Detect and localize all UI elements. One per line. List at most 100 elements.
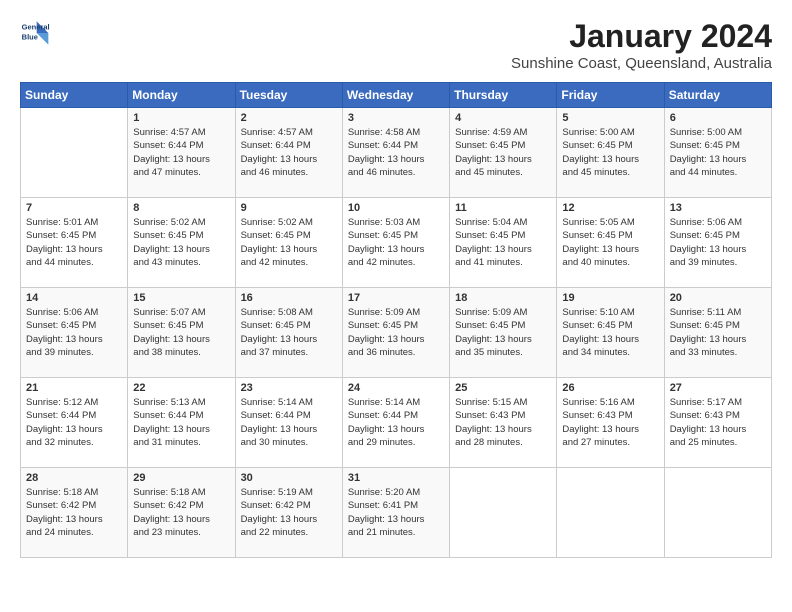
- day-number: 27: [670, 382, 766, 394]
- day-info: Sunrise: 5:12 AM Sunset: 6:44 PM Dayligh…: [26, 396, 122, 449]
- day-number: 23: [241, 382, 337, 394]
- day-info: Sunrise: 5:00 AM Sunset: 6:45 PM Dayligh…: [562, 126, 658, 179]
- day-number: 18: [455, 292, 551, 304]
- calendar-cell: 13 Sunrise: 5:06 AM Sunset: 6:45 PM Dayli…: [664, 198, 771, 288]
- calendar-cell: 27 Sunrise: 5:17 AM Sunset: 6:43 PM Dayli…: [664, 378, 771, 468]
- day-info: Sunrise: 5:20 AM Sunset: 6:41 PM Dayligh…: [348, 486, 444, 539]
- day-number: 13: [670, 202, 766, 214]
- calendar-cell: 3 Sunrise: 4:58 AM Sunset: 6:44 PM Daylig…: [342, 108, 449, 198]
- day-number: 8: [133, 202, 229, 214]
- day-info: Sunrise: 5:02 AM Sunset: 6:45 PM Dayligh…: [241, 216, 337, 269]
- calendar-cell: 17Sunrise: 5:09 AM Sunset: 6:45 PM Dayli…: [342, 288, 449, 378]
- calendar-cell: 24 Sunrise: 5:14 AM Sunset: 6:44 PM Dayli…: [342, 378, 449, 468]
- day-info: Sunrise: 4:58 AM Sunset: 6:44 PM Dayligh…: [348, 126, 444, 179]
- day-info: Sunrise: 5:18 AM Sunset: 6:42 PM Dayligh…: [26, 486, 122, 539]
- day-info: Sunrise: 5:10 AM Sunset: 6:45 PM Dayligh…: [562, 306, 658, 359]
- calendar-cell: 18Sunrise: 5:09 AM Sunset: 6:45 PM Dayli…: [450, 288, 557, 378]
- calendar-cell: 12 Sunrise: 5:05 AM Sunset: 6:45 PM Dayli…: [557, 198, 664, 288]
- calendar-cell: [450, 468, 557, 558]
- calendar-cell: 9 Sunrise: 5:02 AM Sunset: 6:45 PM Daylig…: [235, 198, 342, 288]
- calendar-cell: 19 Sunrise: 5:10 AM Sunset: 6:45 PM Dayli…: [557, 288, 664, 378]
- day-info: Sunrise: 5:11 AM Sunset: 6:45 PM Dayligh…: [670, 306, 766, 359]
- day-info: Sunrise: 5:01 AM Sunset: 6:45 PM Dayligh…: [26, 216, 122, 269]
- calendar-cell: 7 Sunrise: 5:01 AM Sunset: 6:45 PM Daylig…: [21, 198, 128, 288]
- week-row-3: 14 Sunrise: 5:06 AM Sunset: 6:45 PM Dayli…: [21, 288, 772, 378]
- calendar-cell: 30Sunrise: 5:19 AM Sunset: 6:42 PM Dayli…: [235, 468, 342, 558]
- calendar-cell: 26 Sunrise: 5:16 AM Sunset: 6:43 PM Dayli…: [557, 378, 664, 468]
- calendar-cell: 16Sunrise: 5:08 AM Sunset: 6:45 PM Dayli…: [235, 288, 342, 378]
- calendar-cell: [557, 468, 664, 558]
- day-info: Sunrise: 5:13 AM Sunset: 6:44 PM Dayligh…: [133, 396, 229, 449]
- day-info: Sunrise: 4:57 AM Sunset: 6:44 PM Dayligh…: [133, 126, 229, 179]
- svg-text:Blue: Blue: [22, 33, 38, 42]
- calendar-cell: 29 Sunrise: 5:18 AM Sunset: 6:42 PM Dayli…: [128, 468, 235, 558]
- day-info: Sunrise: 5:03 AM Sunset: 6:45 PM Dayligh…: [348, 216, 444, 269]
- day-number: 19: [562, 292, 658, 304]
- day-number: 20: [670, 292, 766, 304]
- week-row-2: 7 Sunrise: 5:01 AM Sunset: 6:45 PM Daylig…: [21, 198, 772, 288]
- col-monday: Monday: [128, 83, 235, 108]
- calendar-cell: 15Sunrise: 5:07 AM Sunset: 6:45 PM Dayli…: [128, 288, 235, 378]
- calendar-cell: 28 Sunrise: 5:18 AM Sunset: 6:42 PM Dayli…: [21, 468, 128, 558]
- header: General Blue January 2024 Sunshine Coast…: [20, 18, 772, 72]
- calendar-cell: 5 Sunrise: 5:00 AM Sunset: 6:45 PM Daylig…: [557, 108, 664, 198]
- day-info: Sunrise: 5:02 AM Sunset: 6:45 PM Dayligh…: [133, 216, 229, 269]
- main-title: January 2024: [511, 18, 772, 55]
- calendar-cell: 20 Sunrise: 5:11 AM Sunset: 6:45 PM Dayli…: [664, 288, 771, 378]
- day-number: 29: [133, 472, 229, 484]
- calendar-header-row: Sunday Monday Tuesday Wednesday Thursday…: [21, 83, 772, 108]
- day-number: 26: [562, 382, 658, 394]
- day-number: 21: [26, 382, 122, 394]
- day-number: 30: [241, 472, 337, 484]
- calendar-cell: 2Sunrise: 4:57 AM Sunset: 6:44 PM Daylig…: [235, 108, 342, 198]
- day-number: 3: [348, 112, 444, 124]
- calendar-cell: 22 Sunrise: 5:13 AM Sunset: 6:44 PM Dayli…: [128, 378, 235, 468]
- day-info: Sunrise: 4:59 AM Sunset: 6:45 PM Dayligh…: [455, 126, 551, 179]
- calendar-cell: [21, 108, 128, 198]
- calendar-cell: 11 Sunrise: 5:04 AM Sunset: 6:45 PM Dayli…: [450, 198, 557, 288]
- day-number: 31: [348, 472, 444, 484]
- day-number: 5: [562, 112, 658, 124]
- day-number: 11: [455, 202, 551, 214]
- page: General Blue January 2024 Sunshine Coast…: [0, 0, 792, 568]
- calendar-cell: 25Sunrise: 5:15 AM Sunset: 6:43 PM Dayli…: [450, 378, 557, 468]
- day-info: Sunrise: 5:04 AM Sunset: 6:45 PM Dayligh…: [455, 216, 551, 269]
- day-number: 4: [455, 112, 551, 124]
- calendar-cell: 14 Sunrise: 5:06 AM Sunset: 6:45 PM Dayli…: [21, 288, 128, 378]
- day-info: Sunrise: 5:14 AM Sunset: 6:44 PM Dayligh…: [241, 396, 337, 449]
- day-info: Sunrise: 5:05 AM Sunset: 6:45 PM Dayligh…: [562, 216, 658, 269]
- day-number: 28: [26, 472, 122, 484]
- day-info: Sunrise: 5:18 AM Sunset: 6:42 PM Dayligh…: [133, 486, 229, 539]
- day-number: 12: [562, 202, 658, 214]
- calendar-cell: 4 Sunrise: 4:59 AM Sunset: 6:45 PM Daylig…: [450, 108, 557, 198]
- day-number: 6: [670, 112, 766, 124]
- title-area: January 2024 Sunshine Coast, Queensland,…: [511, 18, 772, 72]
- col-thursday: Thursday: [450, 83, 557, 108]
- day-info: Sunrise: 5:17 AM Sunset: 6:43 PM Dayligh…: [670, 396, 766, 449]
- week-row-5: 28 Sunrise: 5:18 AM Sunset: 6:42 PM Dayli…: [21, 468, 772, 558]
- calendar-cell: 23 Sunrise: 5:14 AM Sunset: 6:44 PM Dayli…: [235, 378, 342, 468]
- subtitle: Sunshine Coast, Queensland, Australia: [511, 55, 772, 72]
- svg-text:General: General: [22, 23, 50, 32]
- day-number: 9: [241, 202, 337, 214]
- calendar-cell: [664, 468, 771, 558]
- day-number: 14: [26, 292, 122, 304]
- col-friday: Friday: [557, 83, 664, 108]
- day-number: 7: [26, 202, 122, 214]
- week-row-4: 21 Sunrise: 5:12 AM Sunset: 6:44 PM Dayli…: [21, 378, 772, 468]
- day-number: 2: [241, 112, 337, 124]
- col-tuesday: Tuesday: [235, 83, 342, 108]
- day-info: Sunrise: 5:06 AM Sunset: 6:45 PM Dayligh…: [670, 216, 766, 269]
- day-number: 22: [133, 382, 229, 394]
- day-info: Sunrise: 5:16 AM Sunset: 6:43 PM Dayligh…: [562, 396, 658, 449]
- day-number: 24: [348, 382, 444, 394]
- day-number: 15: [133, 292, 229, 304]
- logo-icon: General Blue: [20, 18, 50, 48]
- day-info: Sunrise: 5:06 AM Sunset: 6:45 PM Dayligh…: [26, 306, 122, 359]
- col-wednesday: Wednesday: [342, 83, 449, 108]
- logo: General Blue: [20, 18, 50, 48]
- calendar-cell: 21 Sunrise: 5:12 AM Sunset: 6:44 PM Dayli…: [21, 378, 128, 468]
- week-row-1: 1Sunrise: 4:57 AM Sunset: 6:44 PM Daylig…: [21, 108, 772, 198]
- day-info: Sunrise: 5:09 AM Sunset: 6:45 PM Dayligh…: [348, 306, 444, 359]
- day-info: Sunrise: 5:14 AM Sunset: 6:44 PM Dayligh…: [348, 396, 444, 449]
